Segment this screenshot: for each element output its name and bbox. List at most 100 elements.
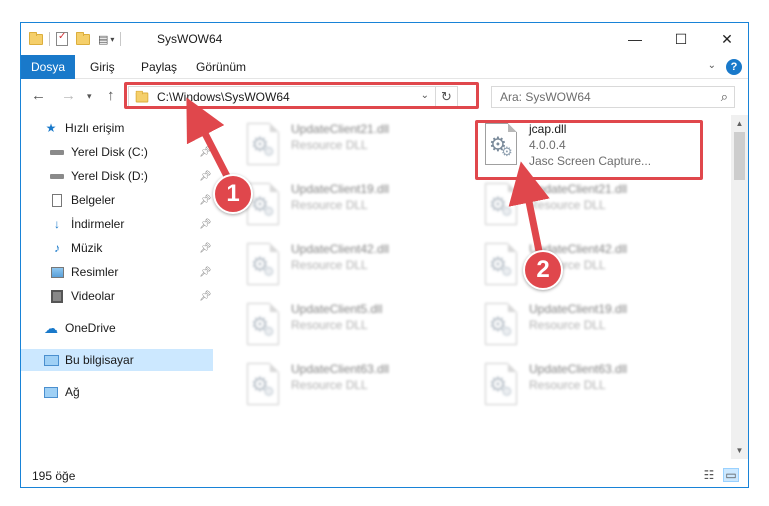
pin-icon[interactable]: 📌︎ xyxy=(199,291,212,302)
maximize-button[interactable]: ☐ xyxy=(658,23,704,55)
step-badge-1: 1 xyxy=(213,174,253,214)
file-type: Resource DLL xyxy=(291,138,368,152)
pin-icon[interactable]: 📌︎ xyxy=(199,219,212,230)
file-tile[interactable]: ⚙ ⚙ UpdateClient63.dll Resource DLL xyxy=(479,359,709,415)
drive-icon xyxy=(49,144,65,160)
address-highlight-box xyxy=(124,82,479,109)
sidebar-item-this-pc[interactable]: Bu bilgisayar xyxy=(21,349,213,371)
sidebar-item-label: Belgeler xyxy=(71,193,116,207)
sidebar-item-label: Hızlı erişim xyxy=(65,121,125,135)
pictures-icon xyxy=(49,264,65,280)
search-icon[interactable]: ⌕ xyxy=(721,89,728,105)
file-tile[interactable]: ⚙ ⚙ UpdateClient42.dll Resource DLL xyxy=(479,239,709,295)
file-tile[interactable]: ⚙ ⚙ UpdateClient5.dll Resource DLL xyxy=(241,299,471,355)
sidebar-item-disk-d[interactable]: Yerel Disk (D:) 📌︎ xyxy=(21,165,213,187)
pin-icon[interactable]: 📌︎ xyxy=(199,243,212,254)
dll-file-icon: ⚙ ⚙ xyxy=(481,243,521,289)
toolbar-divider xyxy=(49,32,50,46)
customize-icon[interactable]: ▤ xyxy=(98,33,108,46)
up-arrow-icon[interactable]: ↑ xyxy=(107,87,115,104)
ribbon-expand-icon[interactable]: ⌄ xyxy=(708,60,716,71)
file-tile[interactable]: ⚙ ⚙ UpdateClient63.dll Resource DLL xyxy=(241,359,471,415)
forward-arrow-icon[interactable]: → xyxy=(61,87,76,104)
search-input[interactable]: Ara: SysWOW64 xyxy=(500,90,591,104)
close-button[interactable]: ✕ xyxy=(704,23,748,55)
vertical-scrollbar[interactable]: ▲ ▼ xyxy=(731,115,748,459)
tab-share[interactable]: Paylaş xyxy=(141,60,177,74)
sidebar-item-label: OneDrive xyxy=(65,321,116,335)
file-tile[interactable]: ⚙ ⚙ UpdateClient19.dll Resource DLL xyxy=(479,299,709,355)
sidebar-item-onedrive[interactable]: ☁ OneDrive xyxy=(21,317,213,339)
search-box[interactable]: Ara: SysWOW64 ⌕ xyxy=(491,86,735,108)
file-tile[interactable]: ⚙ ⚙ UpdateClient21.dll Resource DLL xyxy=(241,119,471,175)
window-title: SysWOW64 xyxy=(157,32,223,46)
sidebar-item-label: Resimler xyxy=(71,265,119,279)
status-bar: 195 öğe ☷ ▭ xyxy=(21,463,748,487)
ribbon: Dosya Giriş Paylaş Görünüm ⌄ ? xyxy=(21,55,748,79)
recent-locations-icon[interactable]: ▾ xyxy=(87,91,92,102)
title-bar: ▤ ▾ SysWOW64 — ☐ ✕ xyxy=(21,23,748,55)
step-badge-2: 2 xyxy=(523,250,563,290)
scroll-up-icon[interactable]: ▲ xyxy=(731,115,748,132)
star-icon: ★ xyxy=(45,121,57,135)
cloud-icon: ☁ xyxy=(44,319,58,336)
sidebar-item-music[interactable]: ♪ Müzik 📌︎ xyxy=(21,237,213,259)
sidebar-item-label: Bu bilgisayar xyxy=(65,353,134,367)
file-type: Resource DLL xyxy=(529,318,606,332)
tab-view[interactable]: Görünüm xyxy=(196,60,246,74)
sidebar-item-label: İndirmeler xyxy=(71,217,125,231)
scrollbar-thumb[interactable] xyxy=(734,132,745,180)
sidebar-item-label: Yerel Disk (C:) xyxy=(71,145,148,159)
scroll-down-icon[interactable]: ▼ xyxy=(731,442,748,459)
file-tile[interactable]: ⚙ ⚙ UpdateClient42.dll Resource DLL xyxy=(241,239,471,295)
navigation-pane: ★ Hızlı erişim Yerel Disk (C:) 📌︎ Yerel … xyxy=(21,115,213,459)
toolbar-divider xyxy=(120,32,122,46)
quick-access-toolbar: ▤ ▾ xyxy=(29,31,127,47)
dll-file-icon: ⚙ ⚙ xyxy=(243,243,283,289)
folder-icon[interactable] xyxy=(29,31,43,45)
dll-file-icon: ⚙ ⚙ xyxy=(481,183,521,229)
properties-icon[interactable] xyxy=(56,31,68,46)
sidebar-item-label: Ağ xyxy=(65,385,80,399)
file-type: Resource DLL xyxy=(291,318,368,332)
sidebar-item-documents[interactable]: Belgeler 📌︎ xyxy=(21,189,213,211)
sidebar-item-videos[interactable]: Videolar 📌︎ xyxy=(21,285,213,307)
computer-icon xyxy=(43,352,59,368)
file-tile[interactable]: ⚙ ⚙ UpdateClient21.dll Resource DLL xyxy=(479,179,709,235)
sidebar-item-pictures[interactable]: Resimler 📌︎ xyxy=(21,261,213,283)
file-type: Resource DLL xyxy=(291,378,368,392)
sidebar-item-label: Yerel Disk (D:) xyxy=(71,169,148,183)
tab-file[interactable]: Dosya xyxy=(21,55,75,79)
video-icon xyxy=(49,288,65,304)
network-icon xyxy=(43,384,59,400)
file-tile[interactable]: ⚙ ⚙ UpdateClient19.dll Resource DLL xyxy=(241,179,471,235)
new-folder-icon[interactable] xyxy=(76,31,90,45)
chevron-down-icon[interactable]: ▾ xyxy=(110,35,114,44)
item-count: 195 öğe xyxy=(32,469,76,483)
file-name: UpdateClient19.dll xyxy=(291,182,390,196)
dll-file-icon: ⚙ ⚙ xyxy=(243,363,283,409)
download-icon: ↓ xyxy=(54,217,60,231)
sidebar-item-quick-access[interactable]: ★ Hızlı erişim xyxy=(21,117,213,139)
sidebar-item-network[interactable]: Ağ xyxy=(21,381,213,403)
pin-icon[interactable]: 📌︎ xyxy=(199,195,212,206)
file-name: UpdateClient21.dll xyxy=(291,122,390,136)
back-arrow-icon[interactable]: ← xyxy=(31,87,46,104)
help-icon[interactable]: ? xyxy=(726,59,742,75)
dll-file-icon: ⚙ ⚙ xyxy=(481,363,521,409)
pin-icon[interactable]: 📌︎ xyxy=(199,147,212,158)
drive-icon xyxy=(49,168,65,184)
music-icon: ♪ xyxy=(54,241,60,255)
file-name: UpdateClient42.dll xyxy=(291,242,390,256)
details-view-icon[interactable]: ☷ xyxy=(701,468,717,482)
file-type: Resource DLL xyxy=(529,198,606,212)
pin-icon[interactable]: 📌︎ xyxy=(199,267,212,278)
sidebar-item-disk-c[interactable]: Yerel Disk (C:) 📌︎ xyxy=(21,141,213,163)
file-name: UpdateClient21.dll xyxy=(529,182,628,196)
file-highlight-box xyxy=(475,120,703,180)
minimize-button[interactable]: — xyxy=(612,23,658,55)
tab-home[interactable]: Giriş xyxy=(90,60,115,74)
pin-icon[interactable]: 📌︎ xyxy=(199,171,212,182)
tiles-view-icon[interactable]: ▭ xyxy=(723,468,739,482)
sidebar-item-downloads[interactable]: ↓ İndirmeler 📌︎ xyxy=(21,213,213,235)
